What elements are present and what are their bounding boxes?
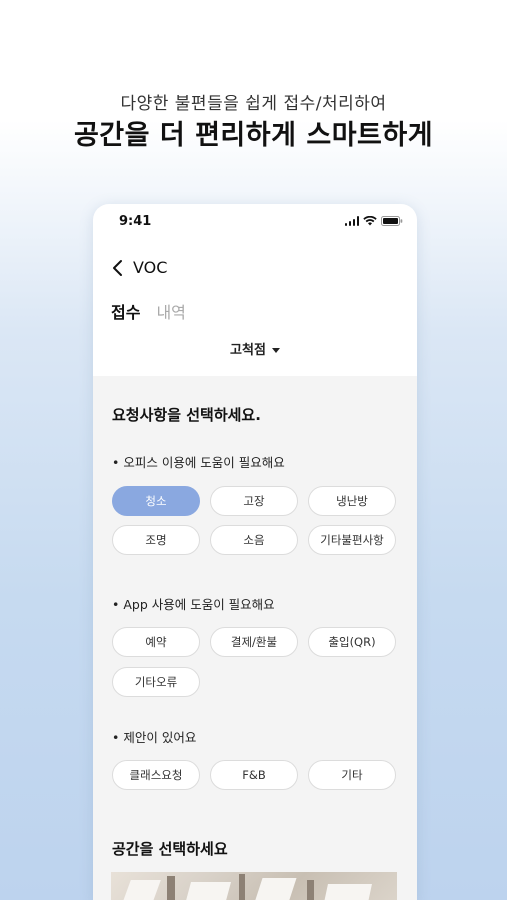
signal-icon bbox=[344, 216, 359, 226]
back-chevron-icon[interactable] bbox=[111, 259, 125, 277]
phone-screen: 9:41 VOC 접수 내역 고척점 요청사항을 선택하세요. • 오피스 이용… bbox=[93, 204, 417, 900]
branch-dropdown[interactable]: 고척점 bbox=[93, 339, 417, 358]
caret-down-icon bbox=[271, 348, 280, 353]
chip-lighting[interactable]: 조명 bbox=[112, 525, 200, 555]
chip-other-error[interactable]: 기타오류 bbox=[112, 667, 200, 697]
branch-value: 고척점 bbox=[230, 343, 266, 358]
status-time: 9:41 bbox=[119, 214, 152, 229]
status-icons bbox=[344, 216, 404, 226]
space-section-title: 공간을 선택하세요 bbox=[112, 840, 228, 858]
chip-fnb[interactable]: F&B bbox=[210, 760, 298, 790]
chip-reservation[interactable]: 예약 bbox=[112, 627, 200, 657]
chip-access-qr[interactable]: 출입(QR) bbox=[308, 627, 396, 657]
nav-bar: VOC bbox=[111, 258, 167, 277]
chip-repair[interactable]: 고장 bbox=[210, 486, 298, 516]
chip-cleaning[interactable]: 청소 bbox=[112, 486, 200, 516]
request-panel: 요청사항을 선택하세요. • 오피스 이용에 도움이 필요해요 청소 고장 냉난… bbox=[93, 376, 417, 900]
chip-noise[interactable]: 소음 bbox=[210, 525, 298, 555]
group-title-app: • App 사용에 도움이 필요해요 bbox=[112, 597, 275, 612]
tab-history[interactable]: 내역 bbox=[156, 299, 185, 323]
page-title: VOC bbox=[133, 258, 168, 277]
status-bar: 9:41 bbox=[93, 204, 417, 240]
chip-other[interactable]: 기타 bbox=[308, 760, 396, 790]
floor-plan-image[interactable] bbox=[111, 872, 397, 900]
battery-icon bbox=[381, 216, 403, 226]
group-title-suggestion: • 제안이 있어요 bbox=[112, 730, 197, 745]
chip-hvac[interactable]: 냉난방 bbox=[308, 486, 396, 516]
chip-other-inconvenience[interactable]: 기타불편사항 bbox=[308, 525, 396, 555]
wifi-icon bbox=[363, 216, 377, 226]
chip-payment-refund[interactable]: 결제/환불 bbox=[210, 627, 298, 657]
request-section-title: 요청사항을 선택하세요. bbox=[112, 406, 261, 424]
tab-bar: 접수 내역 bbox=[111, 299, 186, 323]
tab-receipt[interactable]: 접수 bbox=[111, 299, 140, 323]
chip-class-request[interactable]: 클래스요청 bbox=[112, 760, 200, 790]
headline-subtitle: 다양한 불편들을 쉽게 접수/처리하여 bbox=[120, 94, 387, 114]
group-title-office: • 오피스 이용에 도움이 필요해요 bbox=[112, 455, 285, 470]
headline-title: 공간을 더 편리하게 스마트하게 bbox=[73, 120, 434, 151]
